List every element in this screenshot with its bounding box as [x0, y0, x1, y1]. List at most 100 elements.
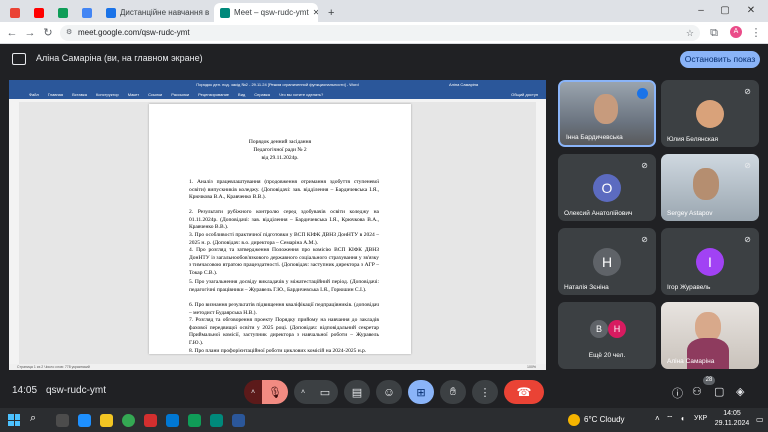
- network-icon[interactable]: ⌔: [666, 414, 674, 424]
- zoom-level[interactable]: 100%: [527, 364, 536, 370]
- chrome-icon[interactable]: [122, 414, 135, 427]
- doc-item-4: 4. Про розгляд та затвердження Положення…: [189, 247, 379, 276]
- menu-review[interactable]: Рецензирование: [198, 92, 229, 97]
- task-view-icon[interactable]: [56, 414, 69, 427]
- mic-options-button[interactable]: ˄: [244, 380, 262, 404]
- doc-item-7: 7. Розгляд та обговорення проекту Порядк…: [189, 317, 379, 346]
- back-icon[interactable]: ←: [4, 25, 20, 41]
- close-window-icon[interactable]: ✕: [740, 3, 762, 19]
- participant-face: [693, 168, 719, 200]
- doc-heading-2: Педагогічної ради № 2: [253, 147, 307, 153]
- participant-tile[interactable]: ⊘ Sergey Astapov: [661, 154, 759, 221]
- extensions-icon[interactable]: ⧉: [706, 25, 722, 41]
- tab-gmail[interactable]: [4, 3, 26, 22]
- shared-screen: Порядок ден. под. засід №2 - 29.11.24 [Р…: [9, 80, 546, 370]
- people-icon[interactable]: ⚇: [692, 385, 702, 398]
- site-info-icon[interactable]: ⚙: [66, 25, 72, 41]
- participant-avatar: І: [696, 248, 724, 276]
- present-now-button[interactable]: ⊞: [408, 380, 434, 404]
- tray-chevron-icon[interactable]: ˄: [655, 414, 660, 423]
- chat-icon[interactable]: ▢: [714, 385, 724, 398]
- menu-help[interactable]: Справка: [254, 92, 270, 97]
- camera-options-button[interactable]: ˄: [294, 380, 312, 404]
- menu-dots-icon: ⋮: [479, 386, 491, 399]
- menu-insert[interactable]: Вставка: [72, 92, 87, 97]
- mic-off-icon: ⊘: [744, 161, 751, 170]
- participant-tile[interactable]: Н ⊘ Наталія Зєніна: [558, 228, 656, 295]
- participant-tile[interactable]: ⊘ Юлия Белянская: [661, 80, 759, 147]
- menu-references[interactable]: Ссылки: [148, 92, 162, 97]
- minimize-icon[interactable]: –: [690, 3, 712, 19]
- weather-icon: [568, 414, 580, 426]
- profile-avatar[interactable]: A: [730, 26, 742, 38]
- tab-classroom[interactable]: [52, 3, 74, 22]
- store-icon[interactable]: [166, 414, 179, 427]
- address-bar[interactable]: ⚙ meet.google.com/qsw-rudc-ymt ☆: [60, 25, 700, 41]
- menu-mailings[interactable]: Рассылки: [171, 92, 189, 97]
- language-indicator[interactable]: УКР: [694, 415, 707, 422]
- tab-youtube[interactable]: [28, 3, 50, 22]
- more-participants-tile[interactable]: В Н Ещё 20 чел.: [558, 302, 656, 369]
- word-menu: Файл Главная Вставка Конструктор Макет С…: [9, 89, 546, 99]
- doc-item-8: 8. Про плани профорієнтаційної роботи ци…: [189, 348, 367, 354]
- volume-icon[interactable]: ◖: [680, 414, 685, 423]
- participant-tile[interactable]: Інна Бардичевська: [558, 80, 656, 147]
- info-icon[interactable]: ⓘ: [672, 385, 683, 401]
- reactions-button[interactable]: ☺: [376, 380, 402, 404]
- tab-distance-learning[interactable]: Дистанційне навчання в ВСП: [100, 3, 212, 22]
- vertical-ruler: [9, 102, 19, 364]
- mic-off-icon: ⊘: [744, 87, 751, 96]
- participant-name: Інна Бардичевська: [566, 134, 623, 141]
- leave-call-button[interactable]: ☎︎: [504, 380, 544, 404]
- tab-docs[interactable]: [76, 3, 98, 22]
- notifications-icon[interactable]: ▭: [756, 415, 764, 424]
- menu-design[interactable]: Конструктор: [96, 92, 119, 97]
- menu-layout[interactable]: Макет: [128, 92, 139, 97]
- clock-time[interactable]: 14:05: [712, 410, 752, 417]
- tab-meet[interactable]: Meet – qsw-rudc-ymt ✕: [214, 3, 318, 22]
- participant-tile[interactable]: О ⊘ Олексий Анатолійович: [558, 154, 656, 221]
- participant-name: Аліна Самаріна: [667, 358, 715, 365]
- site-icon: [106, 7, 116, 18]
- edge-icon[interactable]: [78, 414, 91, 427]
- close-tab-icon[interactable]: ✕: [313, 8, 318, 17]
- search-icon[interactable]: ⌕: [30, 412, 36, 425]
- forward-icon[interactable]: →: [22, 25, 38, 41]
- scrollbar[interactable]: [536, 102, 546, 364]
- raise-hand-button[interactable]: ✋︎: [440, 380, 466, 404]
- menu-home[interactable]: Главная: [48, 92, 63, 97]
- menu-dots-icon[interactable]: ⋮: [748, 25, 764, 41]
- docs-icon: [82, 7, 92, 18]
- camera-toggle[interactable]: ▭: [312, 380, 338, 404]
- self-tile[interactable]: Аліна Самаріна: [661, 302, 759, 369]
- menu-view[interactable]: Вид: [238, 92, 245, 97]
- word-icon[interactable]: [232, 414, 245, 427]
- menu-file[interactable]: Файл: [29, 92, 39, 97]
- share-button[interactable]: Общий доступ: [511, 92, 538, 97]
- office-icon[interactable]: [144, 414, 157, 427]
- mic-off-icon: 🎙︎: [268, 386, 282, 399]
- meet-header: Аліна Самаріна (ви, на главном экране) О…: [0, 44, 768, 74]
- maximize-icon[interactable]: ▢: [714, 3, 736, 19]
- more-options-button[interactable]: ⋮: [472, 380, 498, 404]
- hangup-icon: ☎︎: [516, 385, 532, 399]
- microphone-toggle[interactable]: 🎙︎: [262, 380, 288, 404]
- menu-tell-me[interactable]: Что вы хотите сделать?: [279, 92, 323, 97]
- captions-button[interactable]: ▤: [344, 380, 370, 404]
- reload-icon[interactable]: ↻: [40, 25, 56, 41]
- meeting-code: qsw-rudc-ymt: [46, 385, 107, 396]
- participant-avatar: Н: [593, 248, 621, 276]
- participant-name: Юлия Белянская: [667, 136, 718, 143]
- clock-date[interactable]: 29.11.2024: [712, 420, 752, 427]
- bookmark-star-icon[interactable]: ☆: [686, 25, 694, 41]
- stop-sharing-button[interactable]: Остановить показ: [680, 51, 760, 68]
- excel-icon[interactable]: [188, 414, 201, 427]
- meet-app-icon[interactable]: [210, 414, 223, 427]
- participant-tile[interactable]: І ⊘ Ігор Журавель: [661, 228, 759, 295]
- new-tab-button[interactable]: +: [322, 3, 338, 22]
- explorer-icon[interactable]: [100, 414, 113, 427]
- windows-start-icon[interactable]: [8, 414, 20, 426]
- participant-avatar: Н: [608, 320, 626, 338]
- activities-icon[interactable]: ◈: [736, 385, 744, 398]
- weather-text[interactable]: 6°C Cloudy: [584, 415, 625, 424]
